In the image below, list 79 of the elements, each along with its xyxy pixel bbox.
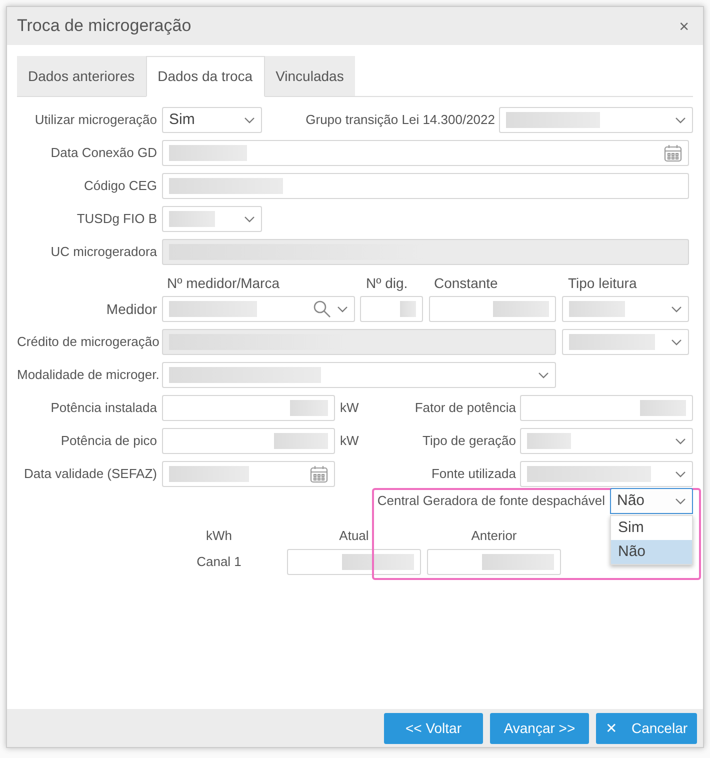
select-field[interactable]	[562, 296, 689, 322]
select-field[interactable]	[162, 206, 262, 232]
column-header: Nº medidor/Marca	[167, 274, 280, 292]
redacted-value	[400, 301, 416, 317]
column-header: Constante	[434, 274, 499, 292]
column-header: Tipo leitura	[568, 274, 638, 293]
chevron-down-icon	[675, 470, 686, 478]
chevron-down-icon	[538, 372, 549, 378]
dialog-title: Troca de microgeração	[17, 15, 192, 38]
input-field[interactable]	[427, 549, 561, 575]
back-button[interactable]: << Voltar	[384, 712, 483, 744]
chevron-down-icon	[671, 338, 682, 346]
input-field[interactable]	[162, 428, 335, 454]
chevron-down-icon	[337, 306, 348, 312]
dropdown-option[interactable]: Sim	[611, 516, 692, 540]
calendar-icon	[664, 144, 682, 162]
search-icon	[313, 300, 331, 318]
redacted-value	[342, 554, 414, 570]
close-button[interactable]: ×	[675, 18, 693, 34]
chevron-down-icon	[675, 116, 686, 124]
select-field[interactable]	[562, 329, 689, 355]
field-label: Fonte utilizada	[430, 465, 517, 484]
input-field[interactable]	[287, 549, 421, 575]
redacted-value	[493, 301, 549, 317]
input-field[interactable]	[360, 296, 423, 322]
field-label: Utilizar microgeração	[34, 111, 158, 130]
row-label: Canal 1	[196, 553, 242, 572]
dropdown-option[interactable]: Não	[611, 540, 692, 564]
select-field[interactable]: Sim	[162, 107, 262, 133]
unit-label: kWh	[205, 527, 233, 546]
redacted-value	[640, 400, 686, 416]
input-field[interactable]	[162, 173, 689, 199]
field-label: Código CEG	[83, 177, 158, 196]
field-label: UC microgeradora	[50, 243, 158, 262]
chevron-down-icon	[244, 116, 255, 124]
field-label: Grupo transição Lei 14.300/2022	[304, 111, 496, 130]
select-field[interactable]: Não	[610, 488, 693, 514]
input-field[interactable]	[429, 296, 556, 322]
redacted-value	[169, 211, 215, 227]
select-field[interactable]	[162, 362, 556, 388]
select-field[interactable]	[162, 296, 355, 322]
tab[interactable]: Dados anteriores	[17, 56, 146, 96]
input-field[interactable]	[520, 395, 693, 421]
field-label: Tipo de geração	[422, 432, 517, 450]
cancel-button[interactable]: ✕ Cancelar	[596, 712, 697, 744]
chevron-down-icon	[675, 438, 686, 444]
select-field[interactable]	[520, 461, 693, 487]
input-field[interactable]	[162, 395, 335, 421]
select-field[interactable]	[499, 107, 693, 133]
redacted-value	[527, 433, 571, 449]
field-label: Potência instalada	[50, 399, 158, 418]
tab[interactable]: Dados da troca	[146, 56, 265, 97]
field-label: Data validade (SEFAZ)	[23, 465, 158, 484]
calendar-icon	[310, 465, 328, 483]
redacted-value	[274, 433, 328, 449]
chevron-down-icon	[671, 306, 682, 312]
tab[interactable]: Vinculadas	[264, 56, 355, 96]
redacted-value	[290, 400, 328, 416]
chevron-down-icon	[675, 498, 686, 504]
unit-label: kW	[340, 432, 359, 450]
field-label: Potência de pico	[60, 432, 158, 450]
field-label: Modalidade de microger.	[17, 366, 160, 384]
next-button[interactable]: Avançar >>	[490, 712, 589, 744]
column-header: Atual	[338, 527, 370, 546]
column-header: Anterior	[470, 527, 518, 546]
field-label: Medidor	[105, 300, 158, 318]
column-header: Nº dig.	[366, 274, 409, 293]
date-field[interactable]	[162, 461, 335, 487]
field-label: Data Conexão GD	[50, 144, 158, 162]
select-field[interactable]	[520, 428, 693, 454]
unit-label: kW	[340, 399, 359, 418]
field-label: Crédito de microgeração	[17, 333, 160, 352]
field-label: TUSDg FIO B	[76, 210, 158, 228]
redacted-value	[482, 554, 554, 570]
date-field[interactable]	[162, 140, 689, 166]
chevron-down-icon	[244, 216, 255, 222]
field-label: Fator de potência	[414, 399, 517, 418]
field-label: Central Geradora de fonte despachável	[377, 492, 606, 510]
redacted-value	[569, 301, 625, 317]
